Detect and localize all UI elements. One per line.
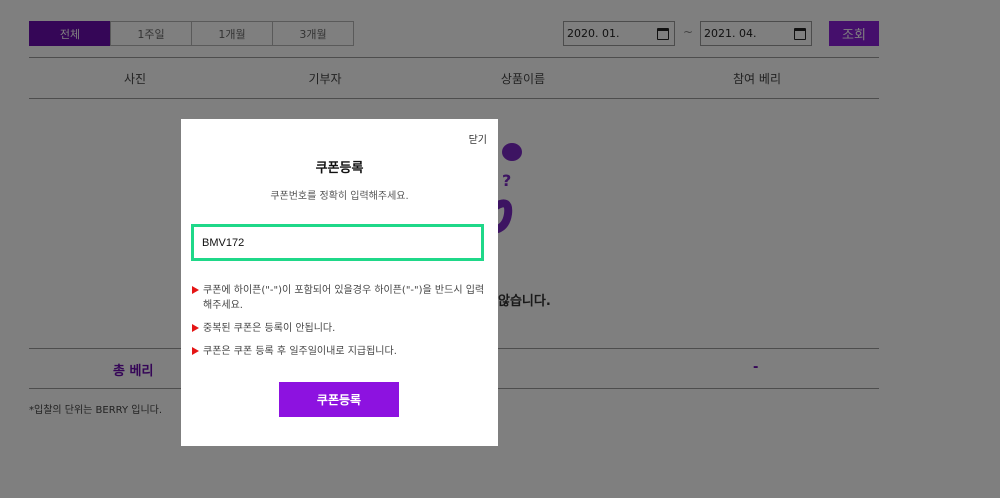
modal-backdrop[interactable] <box>0 0 1000 498</box>
coupon-register-modal: 닫기 쿠폰등록 쿠폰번호를 정확히 입력해주세요. 쿠폰에 하이픈("-")이 … <box>181 119 498 446</box>
list-item: 쿠폰에 하이픈("-")이 포함되어 있을경우 하이픈("-")을 반드시 입력… <box>192 283 487 313</box>
list-item: 쿠폰은 쿠폰 등록 후 일주일이내로 지급됩니다. <box>192 344 487 359</box>
modal-subtitle: 쿠폰번호를 정확히 입력해주세요. <box>270 191 409 202</box>
register-coupon-button[interactable]: 쿠폰등록 <box>279 382 399 417</box>
list-item: 중복된 쿠폰은 등록이 안됩니다. <box>192 321 487 336</box>
triangle-bullet-icon <box>192 324 199 332</box>
close-button[interactable]: 닫기 <box>469 131 487 146</box>
note-text: 중복된 쿠폰은 등록이 안됩니다. <box>203 323 336 334</box>
coupon-notes: 쿠폰에 하이픈("-")이 포함되어 있을경우 하이픈("-")을 반드시 입력… <box>192 283 487 367</box>
note-text: 쿠폰에 하이픈("-")이 포함되어 있을경우 하이픈("-")을 반드시 입력… <box>203 285 485 311</box>
note-text: 쿠폰은 쿠폰 등록 후 일주일이내로 지급됩니다. <box>203 346 397 357</box>
triangle-bullet-icon <box>192 347 199 355</box>
coupon-number-input[interactable] <box>191 224 484 261</box>
triangle-bullet-icon <box>192 286 199 294</box>
modal-title: 쿠폰등록 <box>315 161 364 176</box>
